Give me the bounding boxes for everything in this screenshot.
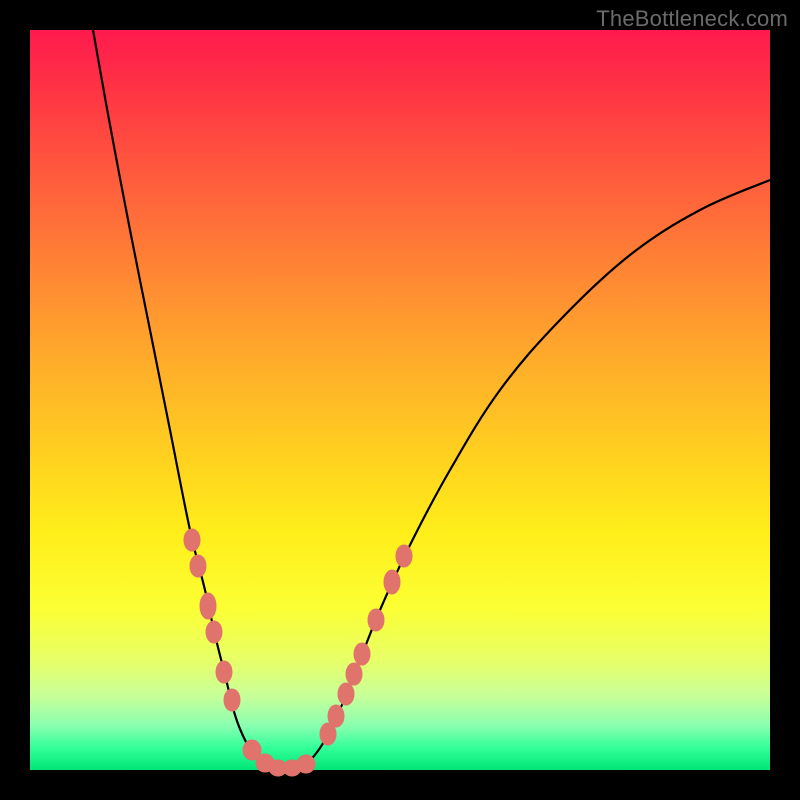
chart-svg [30,30,770,770]
data-bead [184,529,200,551]
data-bead [354,643,370,665]
watermark-text: TheBottleneck.com [596,6,788,32]
data-bead [224,689,240,711]
data-bead [346,663,362,685]
data-bead [328,705,344,727]
curve-left-branch [93,30,278,768]
data-bead [200,593,216,619]
data-bead [190,555,206,577]
data-bead [206,621,222,643]
data-bead [216,661,232,683]
data-bead [384,570,400,594]
data-bead [368,609,384,631]
curve-right-branch [295,180,770,768]
data-bead [396,545,412,567]
data-bead [297,755,315,773]
data-bead [338,683,354,705]
